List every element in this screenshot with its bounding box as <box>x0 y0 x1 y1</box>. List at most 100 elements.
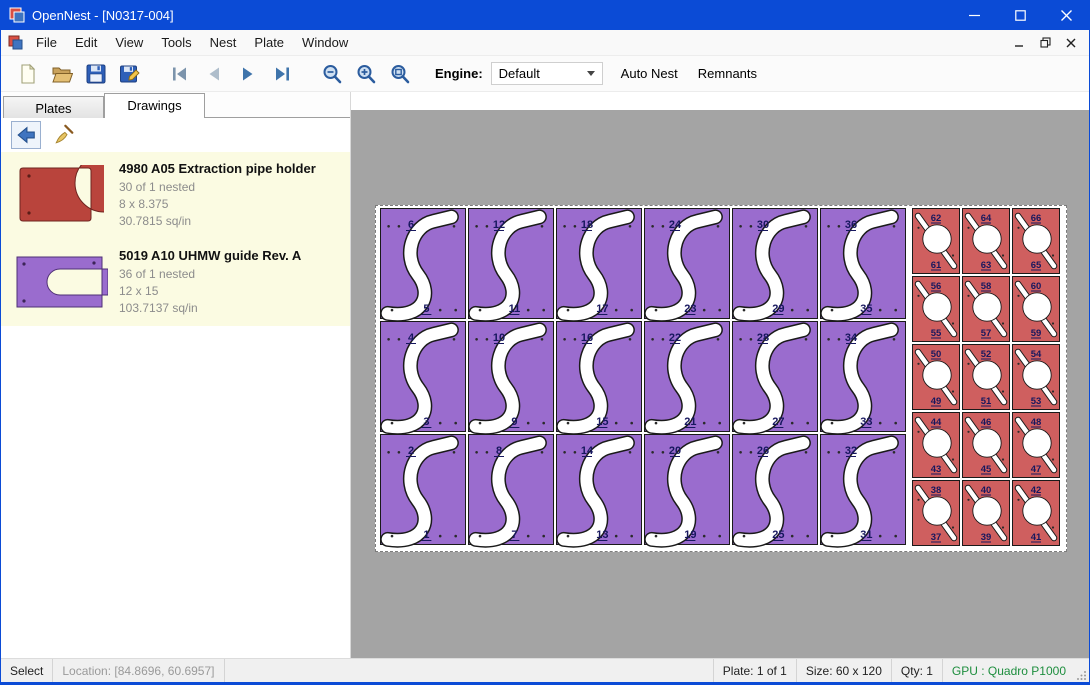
send-to-plate-button[interactable] <box>11 121 41 149</box>
mdi-document-icon[interactable] <box>8 35 23 50</box>
svg-text:6: 6 <box>408 219 414 231</box>
tab-plates[interactable]: Plates <box>3 96 104 118</box>
save-button[interactable] <box>79 59 113 89</box>
nested-parts-layout[interactable]: 6512111817242330293635431091615222128273… <box>376 206 1066 551</box>
title-bar: OpenNest - [N0317-004] <box>1 0 1089 30</box>
drawing-item-extraction-pipe-holder[interactable]: 4980 A05 Extraction pipe holder 30 of 1 … <box>1 152 350 239</box>
svg-text:40: 40 <box>981 485 992 496</box>
nest-cell-red[interactable]: 6059 <box>1013 277 1060 342</box>
mdi-restore-button[interactable] <box>1035 34 1055 52</box>
svg-text:66: 66 <box>1031 213 1042 224</box>
status-location: Location: [84.8696, 60.6957] <box>53 659 224 682</box>
nest-cell-red[interactable]: 5251 <box>963 345 1010 410</box>
nest-cell-red[interactable]: 5049 <box>913 345 960 410</box>
nest-cell-red[interactable]: 6463 <box>963 209 1010 274</box>
nav-first-button[interactable] <box>163 59 197 89</box>
nest-cell-purple[interactable]: 2625 <box>733 435 818 545</box>
nest-cell-purple[interactable]: 1817 <box>557 209 642 319</box>
svg-text:9: 9 <box>511 416 517 428</box>
nav-next-button[interactable] <box>231 59 265 89</box>
svg-text:1: 1 <box>423 529 429 541</box>
svg-text:12: 12 <box>493 219 505 231</box>
zoom-in-button[interactable] <box>349 59 383 89</box>
zoom-out-button[interactable] <box>315 59 349 89</box>
nav-last-button[interactable] <box>265 59 299 89</box>
menu-view[interactable]: View <box>106 31 152 54</box>
svg-text:35: 35 <box>860 303 872 315</box>
nest-cell-red[interactable]: 4847 <box>1013 413 1060 478</box>
resize-grip[interactable] <box>1075 659 1089 682</box>
nest-cell-purple[interactable]: 87 <box>469 435 554 545</box>
nest-cell-red[interactable]: 4039 <box>963 481 1010 546</box>
svg-text:23: 23 <box>684 303 696 315</box>
engine-select[interactable]: Default <box>491 62 603 85</box>
arrow-left-icon <box>15 124 37 146</box>
nest-cell-red[interactable]: 4241 <box>1013 481 1060 546</box>
drawing-item-text: 4980 A05 Extraction pipe holder 30 of 1 … <box>119 161 316 230</box>
nest-cell-red[interactable]: 66 65 <box>1013 209 1060 274</box>
nav-prev-button[interactable] <box>197 59 231 89</box>
nest-cell-purple[interactable]: 1413 <box>557 435 642 545</box>
nest-cell-purple[interactable]: 2221 <box>645 322 730 432</box>
nest-cell-purple[interactable]: 1211 <box>469 209 554 319</box>
close-button[interactable] <box>1043 0 1089 30</box>
nest-canvas[interactable]: 6512111817242330293635431091615222128273… <box>351 92 1089 658</box>
menu-edit[interactable]: Edit <box>66 31 106 54</box>
drawing-title: 5019 A10 UHMW guide Rev. A <box>119 248 301 263</box>
nest-cell-red[interactable]: 5857 <box>963 277 1010 342</box>
svg-text:27: 27 <box>772 416 784 428</box>
svg-text:44: 44 <box>931 417 942 428</box>
app-icon <box>9 7 25 23</box>
svg-text:65: 65 <box>1031 260 1042 271</box>
svg-text:14: 14 <box>581 445 594 457</box>
nest-cell-purple[interactable]: 3433 <box>821 322 906 432</box>
nest-cell-purple[interactable]: 3635 <box>821 209 906 319</box>
remnants-button[interactable]: Remnants <box>690 61 765 86</box>
zoom-fit-button[interactable] <box>383 59 417 89</box>
open-button[interactable] <box>45 59 79 89</box>
nest-cell-purple[interactable]: 21 <box>381 435 466 545</box>
prev-arrow-icon <box>203 63 225 85</box>
menu-plate[interactable]: Plate <box>245 31 293 54</box>
nest-cell-red[interactable]: 6261 <box>913 209 960 274</box>
nest-cell-red[interactable]: 3837 <box>913 481 960 546</box>
svg-text:45: 45 <box>981 464 992 475</box>
drawings-toolbar <box>1 118 350 152</box>
svg-text:10: 10 <box>493 332 505 344</box>
engine-selected-value: Default <box>499 66 540 81</box>
plate-sheet[interactable]: 6512111817242330293635431091615222128273… <box>375 205 1067 552</box>
menu-nest[interactable]: Nest <box>201 31 246 54</box>
nest-cell-purple[interactable]: 2827 <box>733 322 818 432</box>
clear-button[interactable] <box>49 121 79 149</box>
mdi-close-button[interactable] <box>1061 34 1081 52</box>
nest-cell-purple[interactable]: 10 9 <box>469 322 554 432</box>
nest-cell-purple[interactable]: 65 <box>381 209 466 319</box>
nest-cell-red[interactable]: 4645 <box>963 413 1010 478</box>
zoom-out-icon <box>321 63 343 85</box>
nest-cell-purple[interactable]: 1615 <box>557 322 642 432</box>
save-icon <box>85 63 107 85</box>
nest-cell-purple[interactable]: 3231 <box>821 435 906 545</box>
broom-icon <box>53 124 75 146</box>
nest-cell-purple[interactable]: 3029 <box>733 209 818 319</box>
drawing-item-uhmw-guide[interactable]: 5019 A10 UHMW guide Rev. A 36 of 1 neste… <box>1 239 350 326</box>
menu-file[interactable]: File <box>27 31 66 54</box>
svg-text:62: 62 <box>931 213 942 224</box>
nest-cell-red[interactable]: 5655 <box>913 277 960 342</box>
menu-window[interactable]: Window <box>293 31 357 54</box>
status-plate: Plate: 1 of 1 <box>713 659 796 682</box>
nest-cell-purple[interactable]: 43 <box>381 322 466 432</box>
nest-cell-red[interactable]: 5453 <box>1013 345 1060 410</box>
save-as-button[interactable] <box>113 59 147 89</box>
tab-drawings[interactable]: Drawings <box>104 93 205 118</box>
nest-cell-purple[interactable]: 2423 <box>645 209 730 319</box>
mdi-minimize-button[interactable] <box>1009 34 1029 52</box>
minimize-button[interactable] <box>951 0 997 30</box>
maximize-button[interactable] <box>997 0 1043 30</box>
nest-cell-red[interactable]: 44 43 <box>913 413 960 478</box>
new-button[interactable] <box>11 59 45 89</box>
menu-tools[interactable]: Tools <box>152 31 200 54</box>
auto-nest-button[interactable]: Auto Nest <box>613 61 686 86</box>
nest-cell-purple[interactable]: 2019 <box>645 435 730 545</box>
svg-text:43: 43 <box>931 464 942 475</box>
